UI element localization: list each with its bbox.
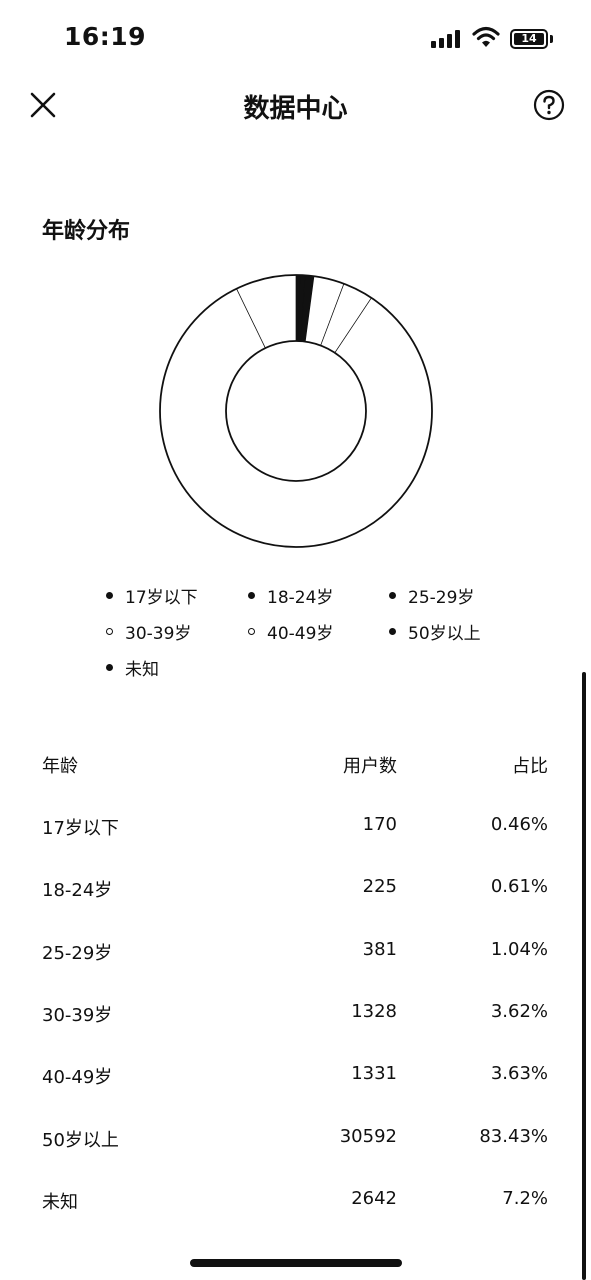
legend-dot xyxy=(389,627,396,635)
legend-dot xyxy=(248,627,255,635)
cell-age: 30-39岁 xyxy=(42,1005,113,1026)
cell-users: 381 xyxy=(362,939,397,960)
home-indicator[interactable] xyxy=(190,1259,402,1267)
battery-icon: 14 xyxy=(510,29,548,49)
header-percent: 占比 xyxy=(512,756,548,777)
header-age: 年龄 xyxy=(42,756,78,777)
cell-age: 未知 xyxy=(42,1192,78,1213)
cell-percent: 3.63% xyxy=(490,1063,548,1084)
legend-label: 17岁以下 xyxy=(125,587,198,608)
cell-percent: 1.04% xyxy=(490,939,548,960)
table-row: 40-49岁 1331 3.63% xyxy=(42,1059,550,1091)
section-title: 年龄分布 xyxy=(42,219,131,244)
cell-users: 2642 xyxy=(351,1188,397,1209)
table-row: 18-24岁 225 0.61% xyxy=(42,872,550,904)
page-title: 数据中心 xyxy=(243,94,348,124)
legend-item[interactable]: 17岁以下 xyxy=(106,582,198,608)
table-row: 30-39岁 1328 3.62% xyxy=(42,997,550,1029)
cell-age: 25-29岁 xyxy=(42,943,113,964)
legend-item[interactable]: 25-29岁 xyxy=(389,582,474,608)
table-row: 50岁以上 30592 83.43% xyxy=(42,1122,550,1154)
cell-age: 50岁以上 xyxy=(42,1130,119,1151)
table-header-row: 年龄 用户数 占比 xyxy=(42,748,550,780)
cell-users: 1331 xyxy=(351,1063,397,1084)
legend-dot xyxy=(106,591,113,599)
nav-bar: 数据中心 xyxy=(0,80,591,132)
cellular-signal-icon xyxy=(431,30,463,48)
age-donut-chart xyxy=(159,274,433,548)
status-time: 16:19 xyxy=(64,22,147,51)
help-icon xyxy=(533,89,565,121)
cell-percent: 3.62% xyxy=(490,1001,548,1022)
wifi-icon xyxy=(472,26,500,47)
cell-users: 170 xyxy=(362,814,397,835)
cell-users: 1328 xyxy=(351,1001,397,1022)
legend-item[interactable]: 未知 xyxy=(106,654,159,680)
header-users: 用户数 xyxy=(343,756,397,777)
cell-age: 17岁以下 xyxy=(42,818,119,839)
legend-label: 25-29岁 xyxy=(408,587,475,608)
help-button[interactable] xyxy=(533,89,565,121)
donut-hole xyxy=(225,340,367,482)
table-row: 未知 2642 7.2% xyxy=(42,1184,550,1216)
legend-dot xyxy=(106,627,113,635)
table-row: 17岁以下 170 0.46% xyxy=(42,810,550,842)
cell-percent: 7.2% xyxy=(502,1188,548,1209)
legend-item[interactable]: 30-39岁 xyxy=(106,618,191,644)
legend-label: 18-24岁 xyxy=(267,587,334,608)
cell-users: 225 xyxy=(362,876,397,897)
legend-label: 30-39岁 xyxy=(125,623,192,644)
cell-percent: 0.46% xyxy=(490,814,548,835)
legend-label: 50岁以上 xyxy=(408,623,481,644)
table-row: 25-29岁 381 1.04% xyxy=(42,935,550,967)
legend-item[interactable]: 40-49岁 xyxy=(248,618,333,644)
cell-percent: 83.43% xyxy=(479,1126,548,1147)
legend-dot xyxy=(248,591,255,599)
cell-users: 30592 xyxy=(339,1126,397,1147)
status-bar: 16:19 14 xyxy=(0,0,591,80)
legend-item[interactable]: 50岁以上 xyxy=(389,618,481,644)
legend-label: 未知 xyxy=(125,659,159,680)
cell-age: 40-49岁 xyxy=(42,1067,113,1088)
data-center-page: 16:19 14 数据中心 年龄分布 17岁以下 18-24岁 25-29岁 3… xyxy=(0,0,591,1280)
cell-percent: 0.61% xyxy=(490,876,548,897)
legend-dot xyxy=(106,663,113,671)
battery-level: 14 xyxy=(514,33,544,45)
scrollbar[interactable] xyxy=(582,672,586,1280)
battery-cap xyxy=(550,35,553,43)
legend-dot xyxy=(389,591,396,599)
legend-label: 40-49岁 xyxy=(267,623,334,644)
legend-item[interactable]: 18-24岁 xyxy=(248,582,333,608)
cell-age: 18-24岁 xyxy=(42,880,113,901)
